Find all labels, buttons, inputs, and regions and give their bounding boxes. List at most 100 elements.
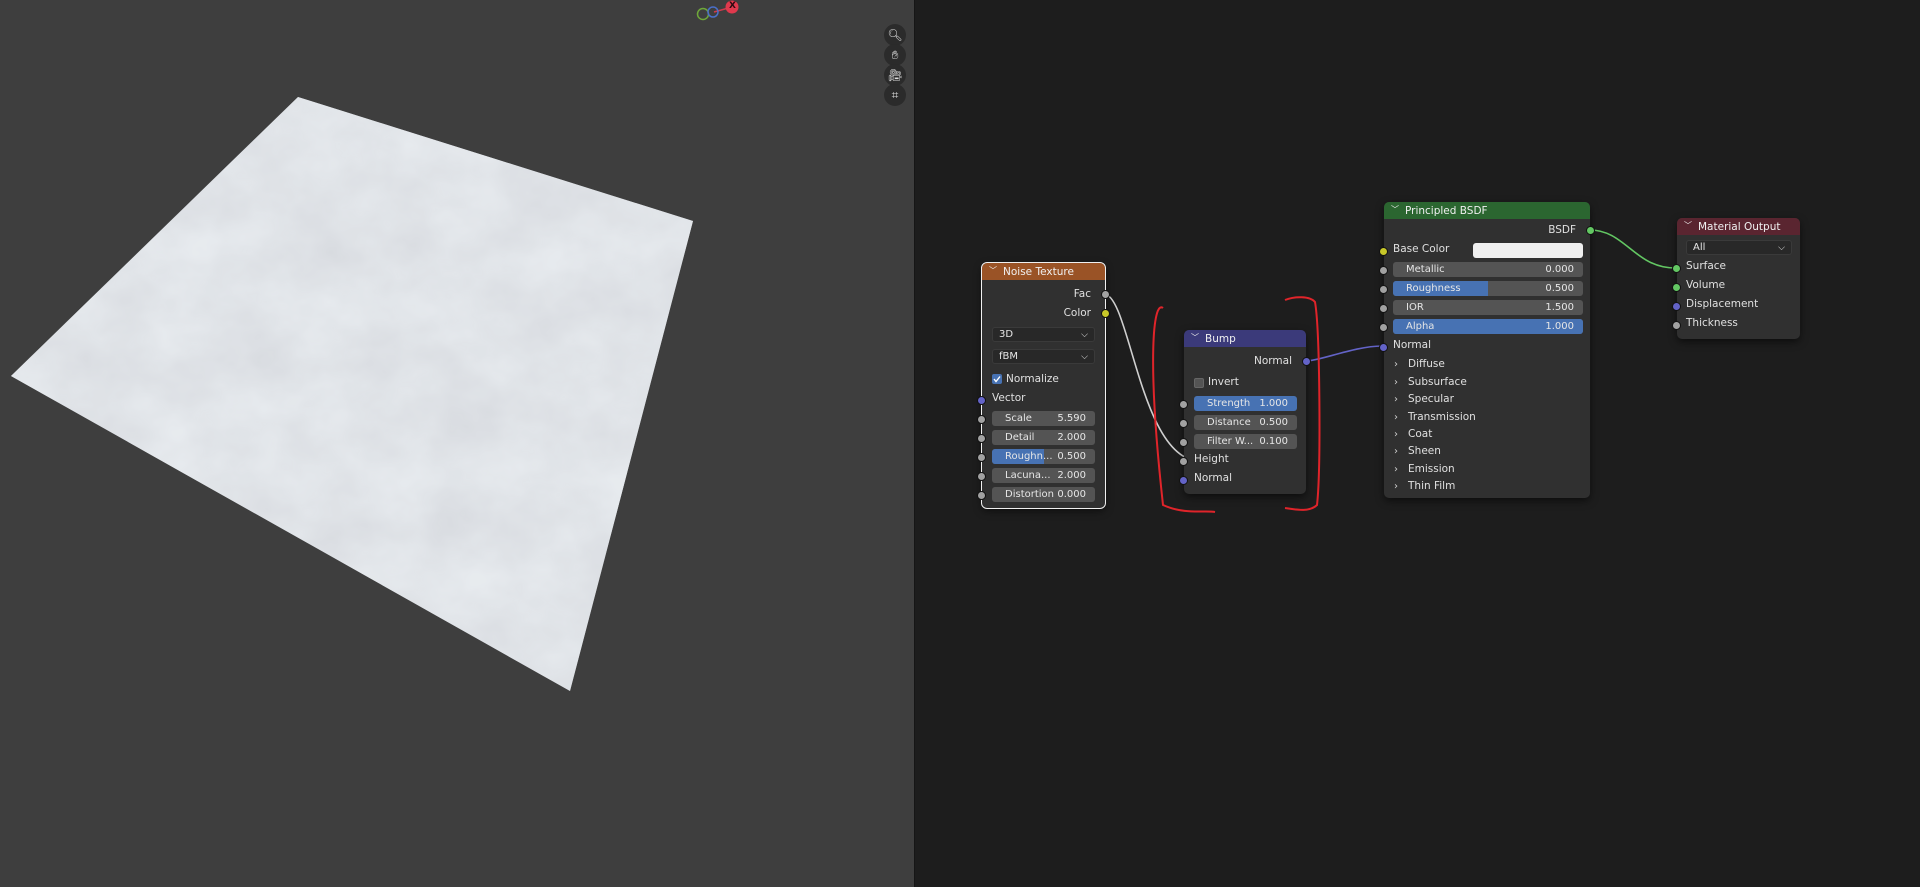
normal-label: Normal [1194, 472, 1232, 484]
socket-fac-out[interactable] [1101, 290, 1110, 299]
roughness-field[interactable]: Roughn... 0.500 [992, 449, 1095, 464]
normalize-label: Normalize [1006, 373, 1059, 385]
chevron-down-icon: ⌵ [1081, 351, 1088, 362]
panel-label: Specular [1408, 393, 1454, 405]
noise-node-header[interactable]: ﹀ Noise Texture [982, 263, 1105, 280]
strength-field[interactable]: Strength 1.000 [1194, 396, 1297, 411]
socket-lacunarity-in[interactable] [977, 472, 986, 481]
shader-editor[interactable]: ﹀ Noise Texture Fac Color 3D ⌵ fBM ⌵ Norma… [915, 0, 1920, 887]
socket-metallic-in[interactable] [1379, 266, 1388, 275]
detail-field[interactable]: Detail 2.000 [992, 430, 1095, 445]
normalize-checkbox[interactable] [992, 374, 1002, 384]
socket-displacement-in[interactable] [1672, 302, 1681, 311]
roughness-field[interactable]: Roughness 0.500 [1393, 281, 1583, 296]
socket-roughness-in[interactable] [977, 453, 986, 462]
panel-thin-film[interactable]: › Thin Film [1394, 478, 1455, 494]
volume-label: Volume [1686, 279, 1726, 291]
socket-height-in[interactable] [1179, 457, 1188, 466]
socket-surface-in[interactable] [1672, 264, 1681, 273]
bump-node[interactable]: ﹀ Bump Normal Invert Strength 1.000 Dista… [1179, 330, 1311, 494]
socket-color-out[interactable] [1101, 309, 1110, 318]
panel-label: Subsurface [1408, 376, 1467, 388]
socket-strength-in[interactable] [1179, 400, 1188, 409]
socket-distance-in[interactable] [1179, 419, 1188, 428]
ior-field[interactable]: IOR 1.500 [1393, 300, 1583, 315]
field-value: 1.000 [1545, 321, 1574, 332]
collapse-chevron-icon[interactable]: ﹀ [1191, 332, 1199, 343]
gizmo-x-label: X [729, 1, 736, 11]
panel-emission[interactable]: › Emission [1394, 461, 1455, 477]
zoom-icon[interactable]: 🔍︎ [884, 24, 906, 46]
metallic-field[interactable]: Metallic 0.000 [1393, 262, 1583, 277]
node-title: Bump [1205, 332, 1236, 345]
noise-texture-node[interactable]: ﹀ Noise Texture Fac Color 3D ⌵ fBM ⌵ Norma… [977, 262, 1110, 509]
bump-node-header[interactable]: ﹀ Bump [1184, 330, 1306, 347]
field-label: Distance [1207, 417, 1251, 428]
collapse-chevron-icon[interactable]: ﹀ [989, 265, 997, 276]
invert-label: Invert [1208, 376, 1239, 388]
navigation-gizmo[interactable] [690, 0, 745, 28]
socket-ior-in[interactable] [1379, 304, 1388, 313]
field-value: 2.000 [1057, 432, 1086, 443]
socket-bsdf-out[interactable] [1586, 226, 1595, 235]
base-color-swatch[interactable] [1473, 243, 1583, 258]
socket-normal-out[interactable] [1302, 357, 1311, 366]
principled-bsdf-node[interactable]: ﹀ Principled BSDF BSDF Base Color Metall… [1379, 202, 1595, 498]
socket-normal-in[interactable] [1379, 343, 1388, 352]
dropdown-value: 3D [999, 329, 1014, 340]
socket-normal-in[interactable] [1179, 476, 1188, 485]
field-label: Distortion [1005, 489, 1054, 500]
scale-field[interactable]: Scale 5.590 [992, 411, 1095, 426]
output-color-label: Color [1063, 307, 1091, 319]
output-fac-label: Fac [1073, 288, 1091, 300]
socket-alpha-in[interactable] [1379, 323, 1388, 332]
grid-icon[interactable]: ⌗ [884, 84, 906, 106]
base-color-label: Base Color [1393, 243, 1450, 255]
node-title: Noise Texture [1003, 265, 1074, 278]
panel-diffuse[interactable]: › Diffuse [1394, 356, 1445, 372]
invert-checkbox[interactable] [1194, 378, 1204, 388]
field-value: 0.100 [1259, 436, 1288, 447]
panel-label: Coat [1408, 428, 1433, 440]
dropdown-value: All [1693, 242, 1706, 253]
distance-field[interactable]: Distance 0.500 [1194, 415, 1297, 430]
panel-subsurface[interactable]: › Subsurface [1394, 374, 1467, 390]
camera-icon[interactable]: 🎥︎ [884, 64, 906, 86]
field-value: 1.000 [1259, 398, 1288, 409]
output-normal-label: Normal [1254, 355, 1292, 367]
panel-label: Thin Film [1408, 480, 1456, 492]
socket-filter-width-in[interactable] [1179, 438, 1188, 447]
3d-viewport[interactable]: X 🔍︎ ✋︎ 🎥︎ ⌗ [0, 0, 914, 887]
socket-roughness-in[interactable] [1379, 285, 1388, 294]
dimensions-dropdown[interactable]: 3D ⌵ [992, 327, 1095, 342]
socket-volume-in[interactable] [1672, 283, 1681, 292]
height-label: Height [1194, 453, 1229, 465]
distortion-field[interactable]: Distortion 0.000 [992, 487, 1095, 502]
collapse-chevron-icon[interactable]: ﹀ [1684, 220, 1692, 231]
hand-icon[interactable]: ✋︎ [884, 44, 906, 66]
socket-thickness-in[interactable] [1672, 321, 1681, 330]
material-output-node[interactable]: ﹀ Material Output All ⌵ Surface Volume Di… [1672, 218, 1800, 339]
target-dropdown[interactable]: All ⌵ [1686, 240, 1792, 255]
vector-label: Vector [992, 392, 1026, 404]
filter-width-field[interactable]: Filter W... 0.100 [1194, 434, 1297, 449]
bsdf-node-header[interactable]: ﹀ Principled BSDF [1384, 202, 1590, 219]
socket-detail-in[interactable] [977, 434, 986, 443]
socket-scale-in[interactable] [977, 415, 986, 424]
panel-label: Diffuse [1408, 358, 1445, 370]
panel-specular[interactable]: › Specular [1394, 391, 1454, 407]
chevron-right-icon: › [1394, 358, 1398, 370]
alpha-field[interactable]: Alpha 1.000 [1393, 319, 1583, 334]
socket-distortion-in[interactable] [977, 491, 986, 500]
collapse-chevron-icon[interactable]: ﹀ [1391, 204, 1399, 215]
socket-vector-in[interactable] [977, 396, 986, 405]
panel-transmission[interactable]: › Transmission [1394, 409, 1476, 425]
field-value: 2.000 [1057, 470, 1086, 481]
noise-type-dropdown[interactable]: fBM ⌵ [992, 349, 1095, 364]
lacunarity-field[interactable]: Lacuna... 2.000 [992, 468, 1095, 483]
link-bsdf-surface [1589, 229, 1676, 269]
output-node-header[interactable]: ﹀ Material Output [1677, 218, 1800, 235]
panel-coat[interactable]: › Coat [1394, 426, 1432, 442]
panel-sheen[interactable]: › Sheen [1394, 443, 1441, 459]
socket-base-color-in[interactable] [1379, 247, 1388, 256]
